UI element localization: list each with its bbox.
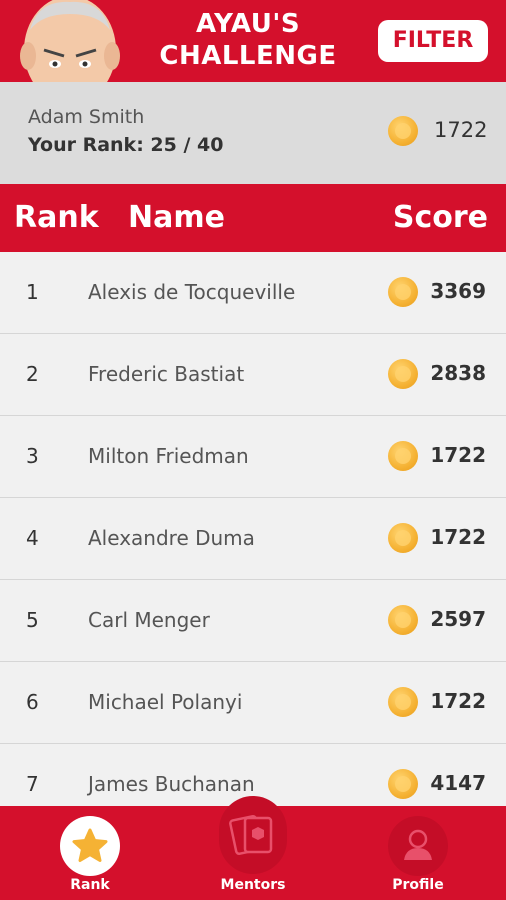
- person-icon: [404, 829, 432, 860]
- row-score: 3369: [430, 279, 486, 303]
- row-rank: 2: [26, 362, 39, 386]
- row-rank: 6: [26, 690, 39, 714]
- nav-profile-label: Profile: [392, 877, 444, 893]
- your-rank: Your Rank: 25 / 40: [28, 134, 223, 156]
- nav-item-profile[interactable]: Profile: [358, 806, 478, 900]
- table-row[interactable]: 6 Michael Polanyi 1722: [0, 662, 506, 744]
- score-column-header: Score: [392, 200, 488, 235]
- row-score: 1722: [430, 525, 486, 549]
- table-row[interactable]: 3 Milton Friedman 1722: [0, 416, 506, 498]
- row-rank: 4: [26, 526, 39, 550]
- nav-profile-circle: [388, 816, 448, 876]
- nav-mentors-label: Mentors: [220, 877, 286, 893]
- row-rank: 3: [26, 444, 39, 468]
- nav-item-mentors[interactable]: Mentors: [193, 796, 313, 900]
- row-name: Alexis de Tocqueville: [88, 280, 296, 304]
- row-name: Frederic Bastiat: [88, 362, 245, 386]
- rank-column-header: Rank: [14, 200, 99, 235]
- leaderboard-list[interactable]: 1 Alexis de Tocqueville 3369 2 Frederic …: [0, 252, 506, 826]
- cards-icon: [229, 814, 273, 856]
- row-name: Alexandre Duma: [88, 526, 255, 550]
- coin-icon: [388, 116, 418, 146]
- coin-icon: [388, 605, 418, 635]
- table-row[interactable]: 4 Alexandre Duma 1722: [0, 498, 506, 580]
- name-column-header: Name: [128, 200, 225, 235]
- coin-icon: [388, 441, 418, 471]
- coin-icon: [388, 769, 418, 799]
- coin-icon: [388, 359, 418, 389]
- table-row[interactable]: 5 Carl Menger 2597: [0, 580, 506, 662]
- row-score: 1722: [430, 443, 486, 467]
- current-user-name: Adam Smith: [28, 106, 145, 128]
- nav-item-rank[interactable]: Rank: [30, 806, 150, 900]
- nav-rank-circle: [60, 816, 120, 876]
- your-rank-value: 25 / 40: [150, 134, 224, 156]
- bottom-navigation: Rank Mentors Profile: [0, 796, 506, 900]
- coin-icon: [388, 277, 418, 307]
- mentor-avatar: [20, 0, 120, 82]
- row-score: 2597: [430, 607, 486, 631]
- star-icon: [72, 828, 108, 862]
- page-title: AYAU'S CHALLENGE: [159, 9, 337, 71]
- row-name: Michael Polanyi: [88, 690, 243, 714]
- row-name: Milton Friedman: [88, 444, 249, 468]
- nav-mentors-circle: [219, 796, 287, 874]
- row-score: 4147: [430, 771, 486, 795]
- table-row[interactable]: 1 Alexis de Tocqueville 3369: [0, 252, 506, 334]
- coin-icon: [388, 523, 418, 553]
- filter-button[interactable]: FILTER: [378, 20, 488, 62]
- row-score: 1722: [430, 689, 486, 713]
- table-row[interactable]: 2 Frederic Bastiat 2838: [0, 334, 506, 416]
- your-rank-label: Your Rank:: [28, 134, 144, 156]
- row-name: James Buchanan: [88, 772, 255, 796]
- row-rank: 1: [26, 280, 39, 304]
- current-user-score: 1722: [434, 118, 488, 142]
- row-rank: 5: [26, 608, 39, 632]
- row-score: 2838: [430, 361, 486, 385]
- leaderboard-header: Rank Name Score: [0, 184, 506, 252]
- row-name: Carl Menger: [88, 608, 210, 632]
- coin-icon: [388, 687, 418, 717]
- current-user-card: Adam Smith Your Rank: 25 / 40: [0, 82, 506, 184]
- app-header: AYAU'S CHALLENGE FILTER: [0, 0, 506, 82]
- nav-rank-label: Rank: [70, 877, 110, 893]
- row-rank: 7: [26, 772, 39, 796]
